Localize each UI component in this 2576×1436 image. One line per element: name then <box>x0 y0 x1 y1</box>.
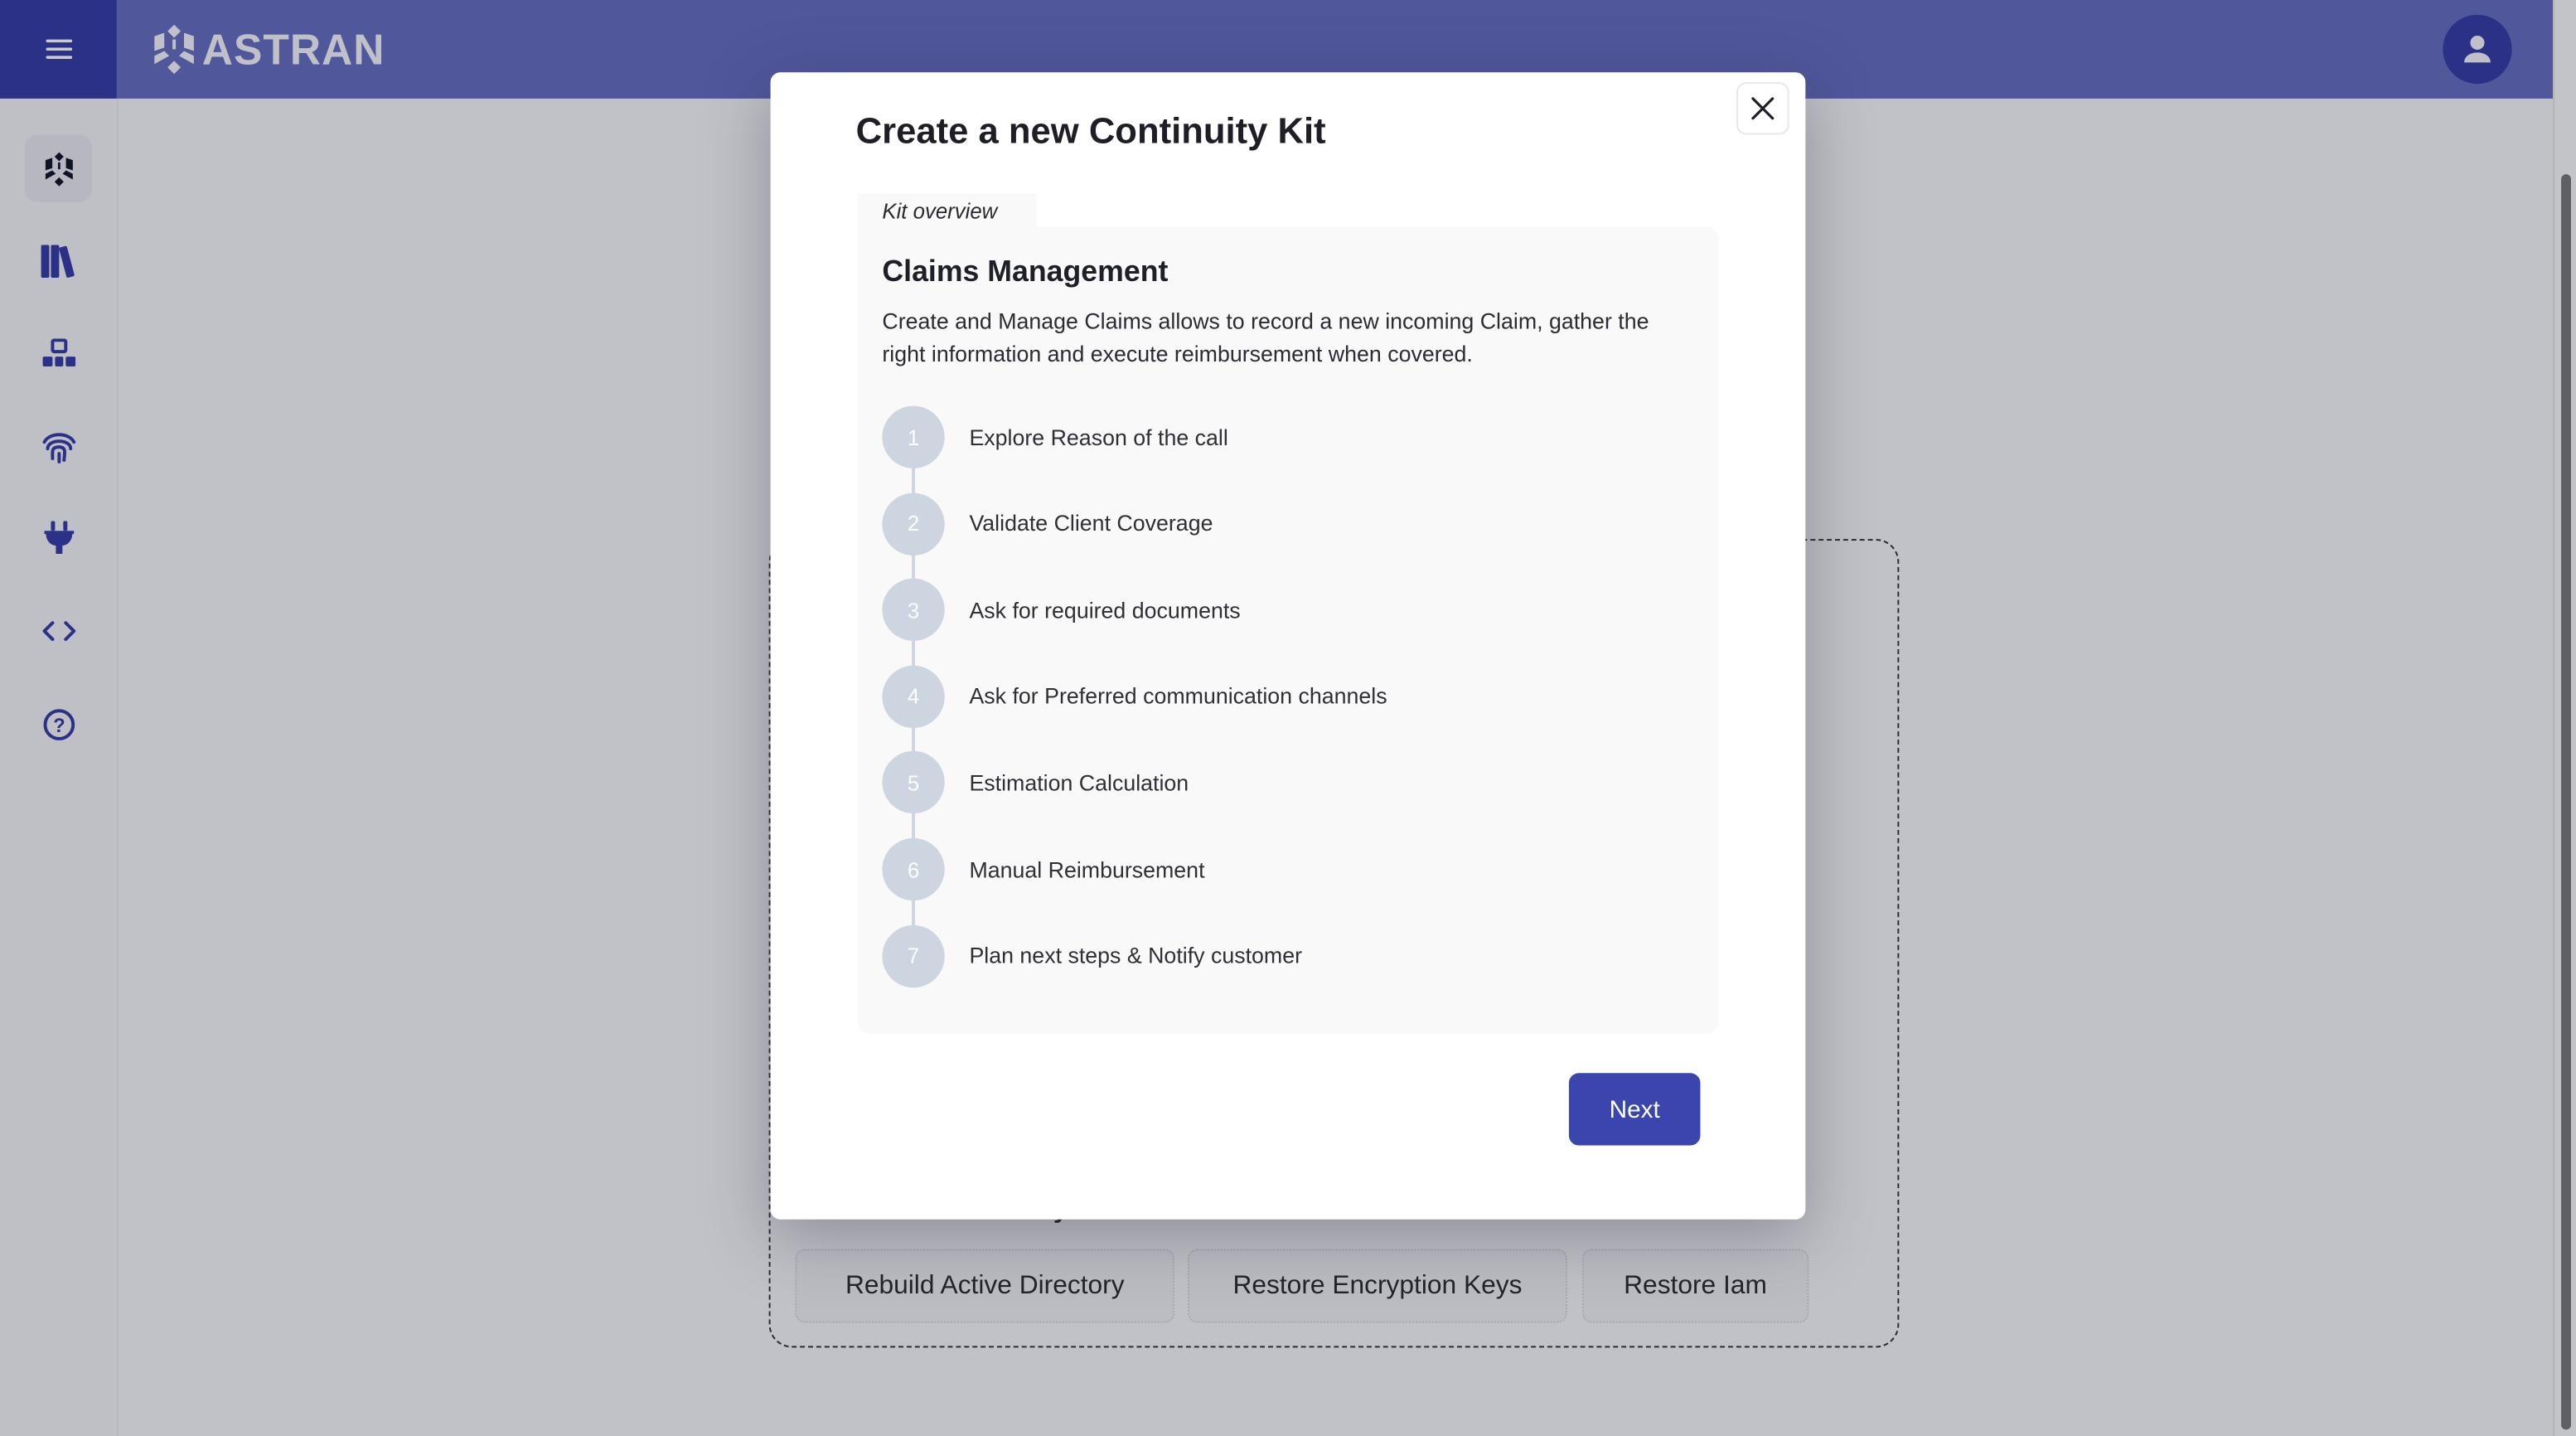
step-label: Explore Reason of the call <box>969 424 1228 450</box>
next-button[interactable]: Next <box>1568 1073 1701 1146</box>
step-item: 6 Manual Reimbursement <box>882 837 1205 901</box>
close-icon <box>1751 97 1775 120</box>
sidebar-item-integrations[interactable] <box>25 505 92 572</box>
step-number: 4 <box>882 665 945 728</box>
sidebar-item-structure[interactable] <box>25 319 92 386</box>
menu-button[interactable] <box>0 0 117 99</box>
step-number: 3 <box>882 579 945 642</box>
step-number: 2 <box>882 492 945 555</box>
scrollbar-thumb[interactable] <box>2561 174 2571 1430</box>
close-button[interactable] <box>1736 82 1789 135</box>
kit-description: Create and Manage Claims allows to recor… <box>882 308 1649 367</box>
step-label: Manual Reimbursement <box>969 856 1205 882</box>
step-item: 7 Plan next steps & Notify customer <box>882 924 1302 987</box>
step-label: Ask for Preferred communication channels <box>969 684 1387 709</box>
sitemap-icon <box>41 337 75 366</box>
step-number: 7 <box>882 924 945 987</box>
kit-card[interactable]: Restore Iam <box>1581 1249 1809 1323</box>
plug-icon <box>43 520 74 553</box>
step-label: Plan next steps & Notify customer <box>969 943 1303 968</box>
page-scrollbar[interactable] <box>2553 0 2576 1436</box>
sidebar-item-identity[interactable] <box>25 411 92 478</box>
sidebar-item-developer[interactable] <box>25 597 92 664</box>
step-item: 3 Ask for required documents <box>882 579 1241 642</box>
astran-logo-icon <box>44 151 72 186</box>
step-item: 5 Estimation Calculation <box>882 751 1189 814</box>
help-icon: ? <box>42 708 75 740</box>
step-label: Ask for required documents <box>969 597 1241 623</box>
modal-title: Create a new Continuity Kit <box>855 109 1326 152</box>
sidebar-item-home[interactable] <box>24 134 92 202</box>
sidebar-item-library[interactable] <box>25 227 92 294</box>
step-number: 1 <box>882 405 945 468</box>
tab-kit-overview[interactable]: Kit overview <box>857 193 1037 230</box>
kit-card[interactable]: Rebuild Active Directory <box>795 1249 1175 1323</box>
create-kit-modal: Create a new Continuity Kit Kit overview… <box>770 72 1806 1220</box>
step-item: 2 Validate Client Coverage <box>882 492 1213 555</box>
fingerprint-icon <box>41 432 75 463</box>
code-icon <box>41 620 75 641</box>
step-label: Validate Client Coverage <box>969 511 1213 536</box>
brand-logo[interactable]: ASTRAN <box>153 23 385 75</box>
sidebar-item-help[interactable]: ? <box>25 690 92 757</box>
library-icon <box>40 244 74 277</box>
user-icon <box>2464 36 2491 63</box>
step-number: 6 <box>882 837 945 901</box>
astran-logo-icon <box>154 24 194 75</box>
kit-card[interactable]: Restore Encryption Keys <box>1188 1249 1567 1323</box>
user-avatar-button[interactable] <box>2443 14 2512 85</box>
step-label: Estimation Calculation <box>969 770 1189 796</box>
kit-name: Claims Management <box>882 255 1169 288</box>
sidebar: ? <box>0 98 119 1436</box>
step-item: 4 Ask for Preferred communication channel… <box>882 665 1387 728</box>
svg-text:?: ? <box>52 714 65 736</box>
step-number: 5 <box>882 751 945 814</box>
hamburger-icon <box>45 39 72 59</box>
kit-overview-panel: Claims Management Create and Manage Clai… <box>857 226 1719 1034</box>
step-item: 1 Explore Reason of the call <box>882 405 1228 468</box>
